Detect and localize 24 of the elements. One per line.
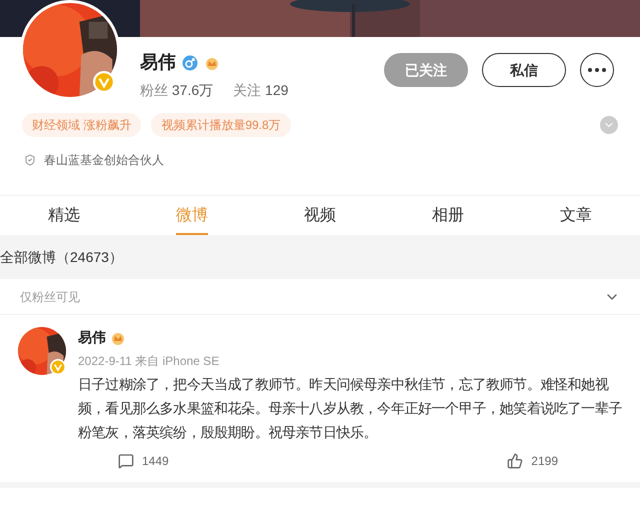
post-meta: 2022-9-11 来自 iPhone SE bbox=[78, 353, 220, 370]
author-name: 易伟 bbox=[78, 328, 106, 347]
male-icon bbox=[182, 54, 198, 70]
message-button[interactable]: 私信 bbox=[482, 53, 566, 87]
like-count: 2199 bbox=[531, 453, 558, 470]
more-button[interactable] bbox=[580, 53, 614, 87]
comment-count: 1449 bbox=[142, 453, 169, 470]
stat-text: 粉丝 37.6万 bbox=[140, 81, 214, 100]
profile-tab[interactable]: 文章 bbox=[512, 196, 640, 235]
feed-header: 全部微博（24673） bbox=[0, 248, 124, 267]
profile-tab[interactable]: 精选 bbox=[0, 196, 128, 235]
description-text: 春山蓝基金创始合伙人 bbox=[44, 152, 164, 169]
profile-tab[interactable]: 视频 bbox=[256, 196, 384, 235]
like-icon[interactable] bbox=[507, 453, 524, 469]
stat-text: 关注 129 bbox=[233, 81, 288, 100]
profile-name: 易伟 bbox=[140, 51, 176, 74]
comment-icon[interactable] bbox=[118, 453, 134, 469]
profile-tab[interactable]: 相册 bbox=[384, 196, 512, 235]
avatar bbox=[18, 327, 66, 375]
tag: 财经领域 涨粉飙升 bbox=[22, 113, 142, 137]
shield-icon bbox=[24, 154, 36, 166]
filter-label: 仅粉丝可见 bbox=[20, 288, 80, 306]
tag: 视频累计播放量99.8万 bbox=[151, 113, 291, 137]
post-text: 日子过糊涂了，把今天当成了教师节。昨天问候母亲中秋佳节，忘了教师节。难怪和她视频，看见那么多水果篮和花朵。母亲十八岁从教，今年正好一个甲子，她笑着说吃了一辈子粉笔灰，落英缤纷，殷殷期盼。祝母亲节日快乐。 bbox=[78, 375, 623, 442]
